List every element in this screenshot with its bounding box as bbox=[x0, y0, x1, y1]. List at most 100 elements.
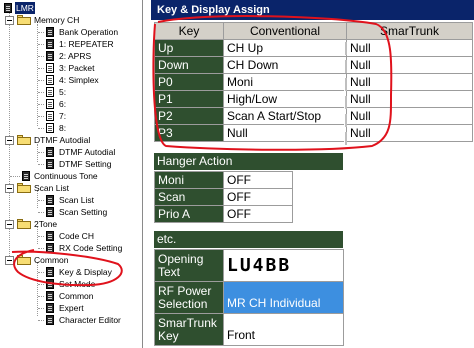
column-header-key: Key bbox=[154, 22, 224, 40]
document-icon bbox=[46, 279, 54, 289]
tree-item-label: Common bbox=[59, 291, 94, 301]
tree-item-label: 3: Packet bbox=[59, 63, 95, 73]
table-row: Up CH Up Null bbox=[154, 39, 473, 57]
conventional-cell[interactable]: Null bbox=[223, 124, 347, 142]
dropdown-arrow-icon[interactable] bbox=[344, 132, 347, 145]
row-key: P2 bbox=[154, 107, 224, 125]
hanger-action-header: Hanger Action bbox=[154, 153, 343, 170]
tree-item-label: Key & Display bbox=[59, 267, 112, 277]
tree-item-label: Code CH bbox=[59, 231, 94, 241]
table-row: P2 Scan A Start/Stop Null bbox=[154, 107, 473, 125]
smartrunk-cell[interactable]: Null bbox=[346, 56, 473, 74]
opening-text-label: Opening Text bbox=[154, 249, 224, 282]
tree-line bbox=[37, 144, 38, 162]
tree-group-label: Memory CH bbox=[34, 15, 80, 25]
collapse-icon[interactable] bbox=[5, 16, 14, 25]
row-key: Prio A bbox=[154, 205, 224, 223]
hanger-moni-value[interactable]: OFF bbox=[223, 171, 293, 189]
settings-tree[interactable]: LMR Memory CH Bank Operation 1: REPEATER… bbox=[0, 0, 143, 348]
tree-item-label: 2: APRS bbox=[59, 51, 92, 61]
row-key: Down bbox=[154, 56, 224, 74]
folder-icon bbox=[17, 135, 31, 145]
document-icon bbox=[46, 315, 54, 325]
conventional-cell[interactable]: CH Up bbox=[223, 39, 347, 57]
dropdown-arrow-icon[interactable] bbox=[344, 78, 347, 91]
tree-item-label: 8: bbox=[59, 123, 67, 133]
opening-text-value[interactable]: LU4BB bbox=[223, 249, 344, 282]
document-icon bbox=[46, 99, 54, 109]
collapse-icon[interactable] bbox=[5, 220, 14, 229]
conventional-cell[interactable]: Moni bbox=[223, 73, 347, 91]
column-header-smartrunk: SmarTrunk bbox=[346, 22, 473, 40]
row-key: Scan bbox=[154, 188, 224, 206]
tree-item-label: Expert bbox=[59, 303, 84, 313]
smartrunk-key-label: SmarTrunk Key bbox=[154, 313, 224, 346]
collapse-icon[interactable] bbox=[5, 136, 14, 145]
document-icon bbox=[46, 27, 54, 37]
tree-line bbox=[37, 24, 38, 126]
document-icon bbox=[46, 303, 54, 313]
hanger-prio-a-value[interactable]: OFF bbox=[223, 205, 293, 223]
row-key: Moni bbox=[154, 171, 224, 189]
document-icon bbox=[46, 207, 54, 217]
collapse-icon[interactable] bbox=[5, 256, 14, 265]
dropdown-arrow-icon[interactable] bbox=[344, 96, 347, 109]
smartrunk-cell[interactable]: Null bbox=[346, 39, 473, 57]
tree-group-label: DTMF Autodial bbox=[34, 135, 91, 145]
table-row: Prio A OFF bbox=[154, 205, 293, 223]
dropdown-arrow-icon[interactable] bbox=[344, 60, 347, 73]
conventional-cell[interactable]: High/Low bbox=[223, 90, 347, 108]
column-header-conventional: Conventional bbox=[223, 22, 347, 40]
opening-text-lcd: LU4BB bbox=[227, 255, 292, 276]
tree-item-label: DTMF Setting bbox=[59, 159, 112, 169]
tree-item-label: RX Code Setting bbox=[59, 243, 123, 253]
rf-power-value[interactable]: MR CH Individual bbox=[223, 281, 344, 314]
document-icon bbox=[46, 147, 54, 157]
tree-item-label: Set Mode bbox=[59, 279, 96, 289]
tree-item-label: Bank Operation bbox=[59, 27, 119, 37]
smartrunk-key-value[interactable]: Front bbox=[223, 313, 344, 346]
smartrunk-cell[interactable]: Null bbox=[346, 124, 473, 142]
document-icon bbox=[46, 51, 54, 61]
smartrunk-cell[interactable]: Null bbox=[346, 107, 473, 125]
key-assign-table: Key Conventional SmarTrunk Up CH Up Null… bbox=[154, 22, 473, 142]
table-row: Scan OFF bbox=[154, 188, 293, 206]
tree-item-label: Continuous Tone bbox=[34, 171, 98, 181]
row-key: P1 bbox=[154, 90, 224, 108]
tree-item-label: 5: bbox=[59, 87, 67, 97]
tree-group-label: Common bbox=[34, 255, 69, 265]
document-icon bbox=[46, 39, 54, 49]
table-row: SmarTrunk Key Front bbox=[154, 313, 344, 346]
row-key: P0 bbox=[154, 73, 224, 91]
folder-icon bbox=[17, 15, 31, 25]
collapse-icon[interactable] bbox=[5, 184, 14, 193]
document-icon bbox=[46, 267, 54, 277]
document-icon bbox=[46, 63, 54, 73]
document-icon bbox=[46, 75, 54, 85]
folder-icon bbox=[17, 219, 31, 229]
dropdown-arrow-icon[interactable] bbox=[344, 114, 347, 127]
folder-icon bbox=[17, 183, 31, 193]
smartrunk-cell[interactable]: Null bbox=[346, 90, 473, 108]
document-icon bbox=[46, 243, 54, 253]
table-row: P3 Null Null bbox=[154, 124, 473, 142]
document-icon bbox=[46, 123, 54, 133]
etc-header: etc. bbox=[154, 231, 343, 248]
tree-group-label: Scan List bbox=[34, 183, 69, 193]
document-icon bbox=[46, 111, 54, 121]
table-row: Down CH Down Null bbox=[154, 56, 473, 74]
conventional-cell[interactable]: Scan A Start/Stop bbox=[223, 107, 347, 125]
folder-icon bbox=[17, 255, 31, 265]
tree-item-label: 4: Simplex bbox=[59, 75, 99, 85]
conventional-cell[interactable]: CH Down bbox=[223, 56, 347, 74]
smartrunk-cell[interactable]: Null bbox=[346, 73, 473, 91]
key-display-panel: Key & Display Assign Key Conventional Sm… bbox=[151, 0, 474, 348]
hanger-scan-value[interactable]: OFF bbox=[223, 188, 293, 206]
table-row: Opening Text LU4BB bbox=[154, 249, 344, 282]
dropdown-arrow-icon[interactable] bbox=[344, 42, 347, 55]
table-row: RF Power Selection MR CH Individual bbox=[154, 281, 344, 314]
tree-group-label: 2Tone bbox=[34, 219, 58, 229]
tree-item-label: 1: REPEATER bbox=[59, 39, 114, 49]
rf-power-label: RF Power Selection bbox=[154, 281, 224, 314]
hanger-action-table: Moni OFF Scan OFF Prio A OFF bbox=[154, 171, 293, 223]
